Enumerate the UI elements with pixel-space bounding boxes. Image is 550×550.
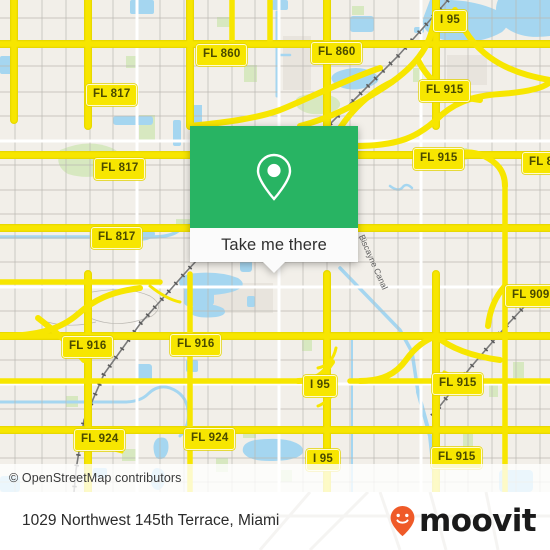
- map-attribution-bar: © OpenStreetMap contributors: [0, 464, 550, 492]
- road-shield[interactable]: FL 915: [419, 80, 471, 102]
- moovit-smiley-pin-icon: [390, 506, 415, 537]
- road-shield[interactable]: FL 915: [413, 148, 465, 170]
- moovit-brand[interactable]: moovit: [389, 505, 550, 537]
- road-shield[interactable]: FL 915: [432, 373, 484, 395]
- road-shield[interactable]: FL 817: [86, 84, 138, 106]
- osm-attribution[interactable]: © OpenStreetMap contributors: [0, 471, 182, 485]
- road-shield[interactable]: FL 817: [94, 158, 146, 180]
- road-shield[interactable]: FL 916: [62, 336, 114, 358]
- footer-bar: 1029 Northwest 145th Terrace, Miami moov…: [0, 492, 550, 550]
- road-shield[interactable]: FL 8: [522, 152, 550, 174]
- location-popup[interactable]: Take me there: [190, 126, 358, 273]
- map-pin-icon: [256, 153, 292, 201]
- map-canvas[interactable]: .mrd { stroke:#f7e600; stroke-linecap:ro…: [0, 0, 550, 492]
- take-me-there-label: Take me there: [221, 235, 327, 254]
- take-me-there-button[interactable]: Take me there: [190, 228, 358, 262]
- road-shield[interactable]: FL 924: [184, 428, 236, 450]
- road-shield[interactable]: FL 860: [196, 44, 248, 66]
- popup-tail: [263, 262, 285, 273]
- road-shield[interactable]: FL 909: [505, 285, 550, 307]
- road-shield[interactable]: I 95: [303, 375, 337, 397]
- road-shield[interactable]: FL 817: [91, 227, 143, 249]
- popup-image: [190, 126, 358, 228]
- moovit-wordmark: moovit: [419, 502, 537, 539]
- address-label: 1029 Northwest 145th Terrace, Miami: [22, 512, 280, 529]
- road-shield[interactable]: FL 860: [311, 42, 363, 64]
- road-shield[interactable]: FL 924: [74, 429, 126, 451]
- road-shield[interactable]: I 95: [433, 10, 467, 32]
- map-screenshot: .mrd { stroke:#f7e600; stroke-linecap:ro…: [0, 0, 550, 550]
- road-shield[interactable]: FL 916: [170, 334, 222, 356]
